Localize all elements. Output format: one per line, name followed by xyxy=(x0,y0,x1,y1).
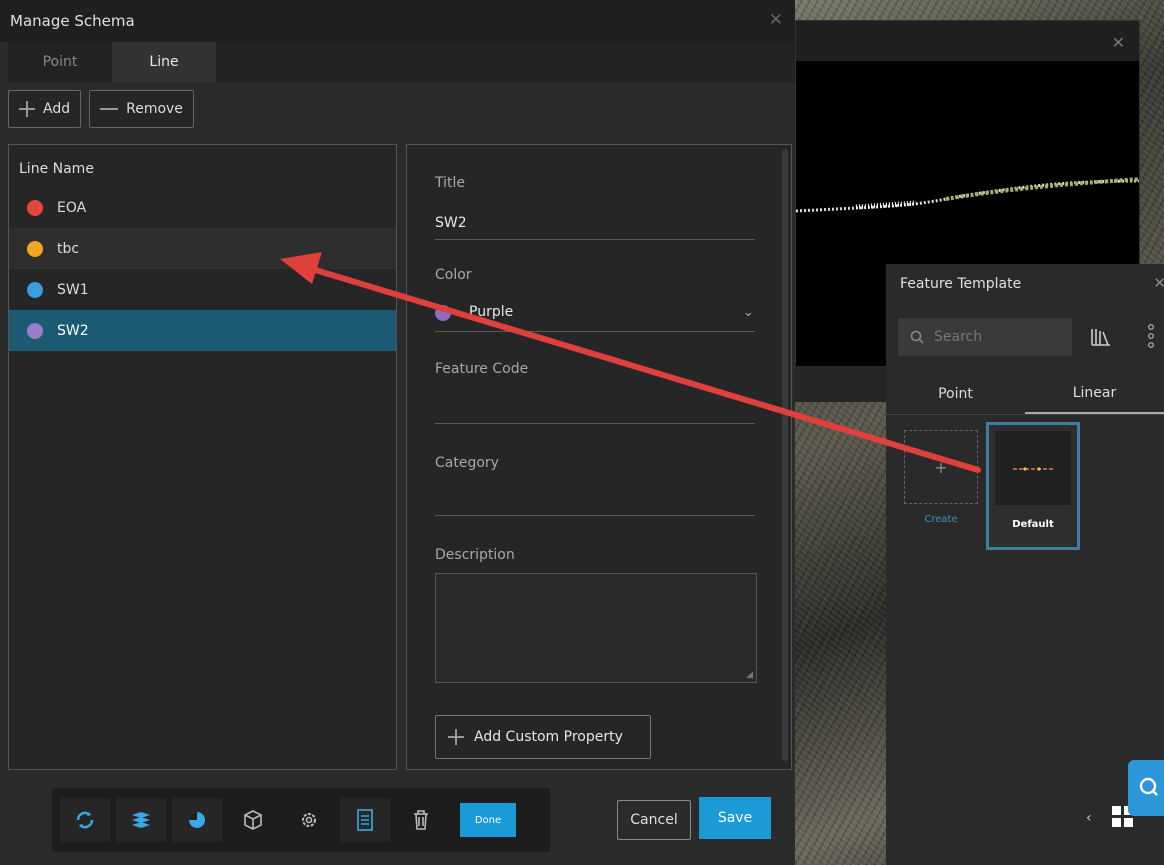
tab-point[interactable]: Point xyxy=(8,42,112,82)
plus-icon xyxy=(448,729,464,745)
color-dot-icon xyxy=(27,322,43,339)
plus-icon: + xyxy=(934,457,948,477)
manage-schema-dialog: Manage Schema ✕ Point Line Add Remove Li… xyxy=(0,0,795,865)
description-label: Description xyxy=(435,547,515,563)
trash-icon xyxy=(414,810,428,830)
default-thumbnail xyxy=(995,431,1071,505)
support-icon xyxy=(1139,777,1158,796)
color-underline xyxy=(435,331,755,332)
feature-template-panel: Feature Template ✕ Search Point Linear +… xyxy=(886,264,1164,865)
feature-template-title: Feature Template xyxy=(900,276,1022,292)
category-field[interactable] xyxy=(435,515,755,516)
search-icon xyxy=(910,330,924,344)
remove-button[interactable]: Remove xyxy=(89,90,194,128)
form-scrollbar[interactable] xyxy=(782,149,788,761)
title-label: Title xyxy=(435,175,466,191)
tool-bar: Done xyxy=(52,788,550,852)
color-label: Color xyxy=(435,267,472,283)
feature-template-tabs: Point Linear xyxy=(886,374,1164,414)
title-field[interactable]: SW2 xyxy=(435,215,467,231)
layers-icon xyxy=(132,812,150,828)
pie-icon xyxy=(189,812,205,828)
schema-toolbar: Add Remove xyxy=(8,90,194,128)
close-icon[interactable]: ✕ xyxy=(1153,274,1164,292)
tab-linear[interactable]: Linear xyxy=(1025,374,1164,414)
sync-button[interactable] xyxy=(60,798,110,842)
cancel-button[interactable]: Cancel xyxy=(617,800,691,840)
schema-tabs: Point Line xyxy=(8,42,795,82)
done-button[interactable]: Done xyxy=(460,803,516,837)
plus-icon xyxy=(19,101,35,117)
description-textarea[interactable]: ◢ xyxy=(435,573,757,683)
list-item-sw1[interactable]: SW1 xyxy=(9,269,396,310)
document-button[interactable] xyxy=(340,798,390,842)
list-item-label: SW1 xyxy=(57,281,89,298)
delete-button[interactable] xyxy=(396,798,446,842)
chevron-left-icon[interactable]: ‹ xyxy=(1086,810,1092,826)
list-item-label: SW2 xyxy=(57,322,89,339)
line-list-panel: Line Name EOA tbc SW1 SW2 xyxy=(8,144,397,770)
feature-code-field[interactable] xyxy=(435,423,755,424)
list-item-eoa[interactable]: EOA xyxy=(9,187,396,228)
search-placeholder: Search xyxy=(934,329,983,345)
sync-icon xyxy=(76,811,94,829)
add-custom-property-label: Add Custom Property xyxy=(474,729,623,745)
layers-button[interactable] xyxy=(116,798,166,842)
create-label: Create xyxy=(924,514,958,525)
list-item-tbc[interactable]: tbc xyxy=(9,228,396,269)
search-input[interactable]: Search xyxy=(898,318,1072,356)
line-preview-icon xyxy=(1013,467,1055,471)
gear-icon xyxy=(302,813,316,827)
add-button[interactable]: Add xyxy=(8,90,82,128)
list-item-label: tbc xyxy=(57,240,80,257)
settings-button[interactable] xyxy=(284,798,334,842)
chevron-down-icon[interactable]: ⌄ xyxy=(743,305,754,320)
category-label: Category xyxy=(435,455,499,471)
default-label: Default xyxy=(1012,519,1054,530)
list-item-label: EOA xyxy=(57,199,87,216)
create-thumbnail: + xyxy=(904,430,978,504)
remove-button-label: Remove xyxy=(126,101,183,117)
color-dot-icon xyxy=(27,281,43,298)
resize-handle-icon[interactable]: ◢ xyxy=(746,670,753,680)
help-button[interactable] xyxy=(1128,760,1164,816)
minus-icon xyxy=(100,108,119,110)
close-icon[interactable]: ✕ xyxy=(1112,33,1125,52)
document-icon xyxy=(357,809,373,831)
library-icon[interactable] xyxy=(1090,326,1112,348)
title-underline xyxy=(435,239,755,240)
purple-swatch-icon xyxy=(435,305,451,321)
color-dot-icon xyxy=(27,199,43,216)
feature-code-label: Feature Code xyxy=(435,361,529,377)
view-button[interactable] xyxy=(172,798,222,842)
tab-point[interactable]: Point xyxy=(886,374,1025,414)
tab-line[interactable]: Line xyxy=(112,42,216,82)
color-dot-icon xyxy=(27,240,43,257)
create-template-card[interactable]: + Create xyxy=(904,430,978,538)
line-properties-form: Title SW2 Color Purple ⌄ Feature Code Ca… xyxy=(406,144,792,770)
list-header: Line Name xyxy=(19,161,94,177)
add-button-label: Add xyxy=(43,101,71,117)
dialog-title: Manage Schema xyxy=(10,12,135,30)
default-template-card[interactable]: Default xyxy=(986,422,1080,550)
feature-template-header: Feature Template ✕ xyxy=(886,264,1164,304)
save-button[interactable]: Save xyxy=(699,797,771,839)
dialog-titlebar: Manage Schema ✕ xyxy=(0,0,795,42)
list-item-sw2[interactable]: SW2 xyxy=(9,310,396,351)
tabs-divider xyxy=(886,414,1164,415)
add-custom-property-button[interactable]: Add Custom Property xyxy=(435,715,651,759)
cube-button[interactable] xyxy=(228,798,278,842)
cube-icon xyxy=(244,810,262,830)
more-options-icon[interactable] xyxy=(1146,322,1156,350)
color-select[interactable]: Purple xyxy=(469,304,513,320)
close-icon[interactable]: ✕ xyxy=(769,10,783,30)
